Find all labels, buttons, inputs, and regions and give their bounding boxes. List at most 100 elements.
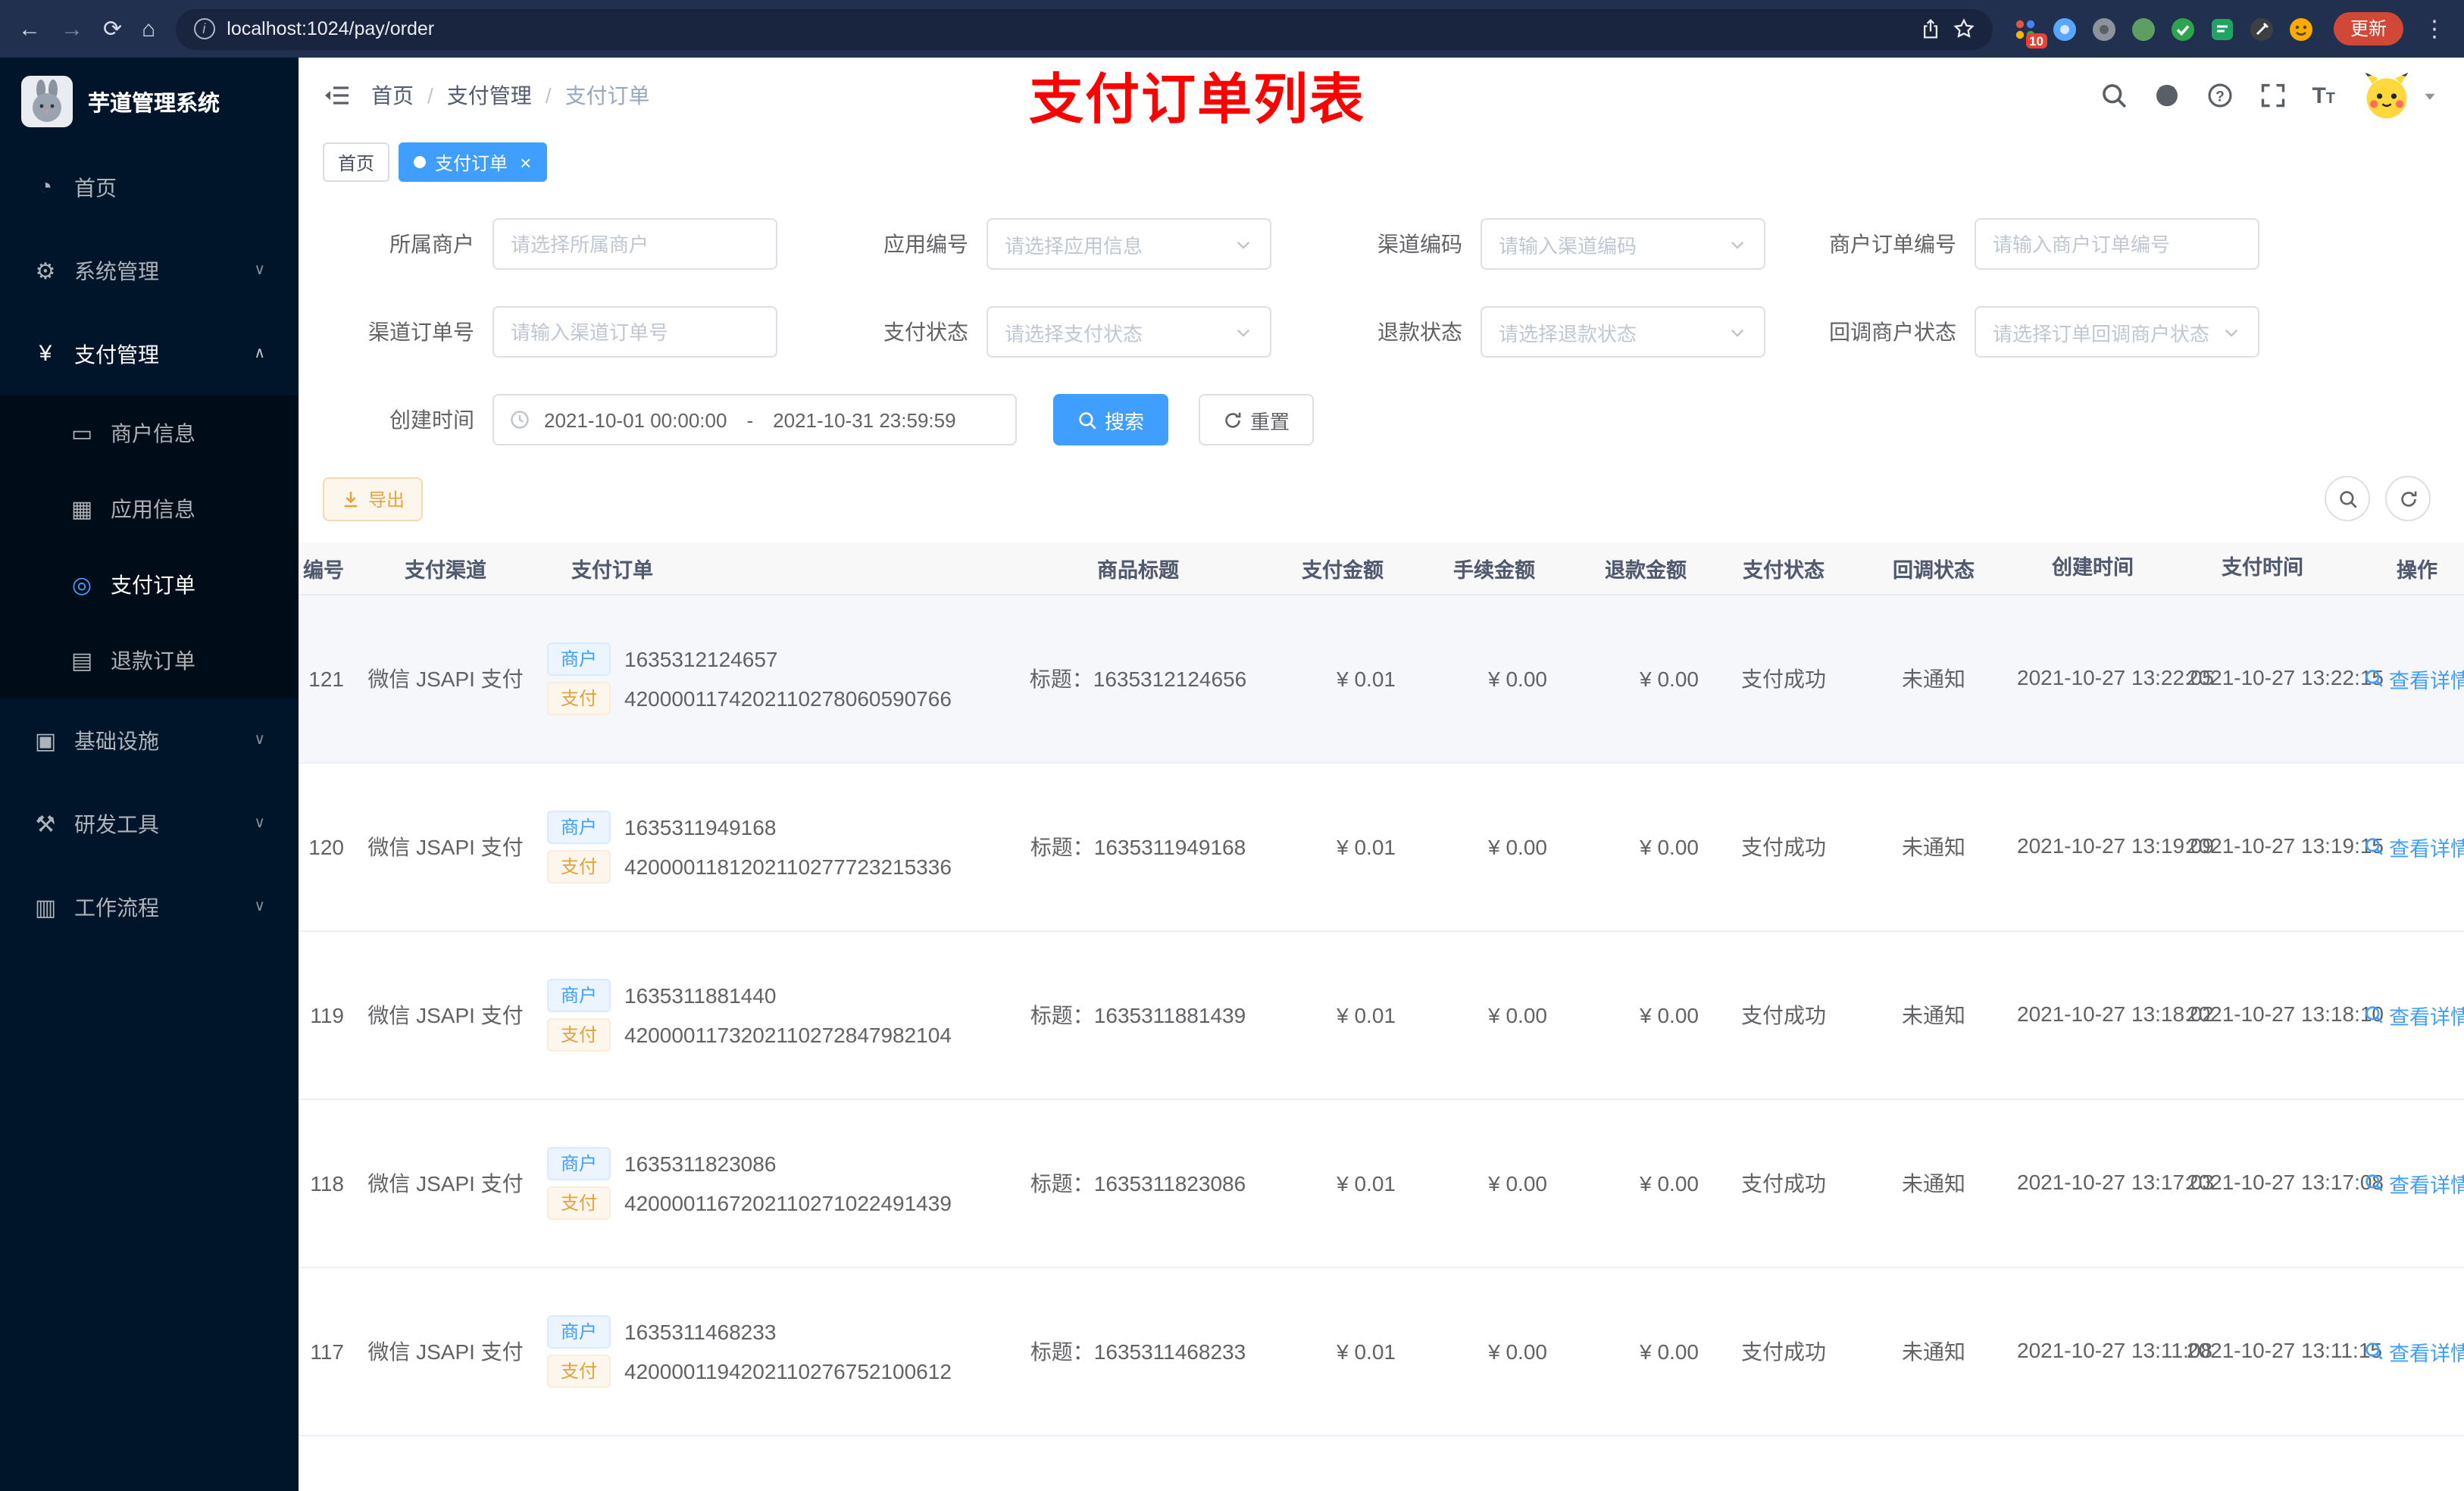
view-detail-link[interactable]: 查看详情 [2363,1336,2464,1366]
help-icon[interactable] [2206,82,2233,109]
sidebar-collapse-icon[interactable] [323,82,350,109]
select-placeholder: 请选择支付状态 [1005,322,1143,345]
filter-input-field[interactable] [511,233,759,255]
filter-input-field[interactable] [511,320,759,343]
filter-select[interactable]: 请选择应用信息 [987,218,1271,270]
sidebar-item[interactable]: ◎ 支付订单 [0,547,299,623]
main-content: 首页/支付管理/支付订单 支付订单列表 TT 首页支付订单× 所属商户应用编号请… [299,58,2464,1491]
cell-pay-order: 商户 1635312124657 支付 42000011742021102780605… [538,594,993,763]
filter-field: 所属商户 [323,218,817,270]
sidebar-item[interactable]: ⚒ 研发工具 ∨ [0,782,299,865]
date-range-picker[interactable]: 2021-10-01 00:00:00 - 2021-10-31 23:59:5… [492,394,1017,445]
filter-select[interactable]: 请输入渠道编码 [1481,218,1765,270]
filter-input[interactable] [492,306,777,358]
cell-channel [353,1435,538,1491]
browser-menu-icon[interactable]: ⋮ [2423,17,2446,40]
pay-order-no: 4200001173202110272847982104 [624,1022,952,1046]
merchant-order-line: 商户 1635311881440 [547,978,983,1011]
reload-icon[interactable]: ⟳ [103,17,122,40]
sidebar-item[interactable]: ▦ 应用信息 [0,471,299,547]
filter-input-field[interactable] [1993,233,2241,255]
filter-select[interactable]: 请选择退款状态 [1481,306,1765,358]
chevron-down-icon [1234,234,1253,254]
tab-close-icon[interactable]: × [520,152,531,172]
cell-notify-status: 未通知 [1859,1267,2008,1436]
sidebar-item[interactable]: ▤ 退款订单 [0,623,299,699]
export-button[interactable]: 导出 [323,477,424,520]
bookmark-star-icon[interactable] [1953,18,1975,39]
pay-order-line: 支付 4200001174202110278060590766 [547,681,983,714]
main-header: 首页 / 支付管理 / 支付订单 支付订单列表 TT [299,58,2464,133]
view-detail-link[interactable]: 查看详情 [2363,1167,2464,1198]
extension-pin-icon[interactable] [2249,16,2275,42]
cell-pay-order: 商户 1635311823086 支付 42000011672021102710224… [538,1099,993,1268]
pay-tag: 支付 [547,1017,611,1051]
share-icon[interactable] [1920,18,1941,39]
extension-chat-icon[interactable] [2209,16,2235,42]
breadcrumb-item[interactable]: 支付管理 [447,80,532,111]
column-header: 支付渠道 [353,542,538,595]
filter-field: 商户订单编号 [1805,218,2299,270]
sidebar-item[interactable]: ◔ 首页 [0,145,299,229]
sidebar-item[interactable]: ▥ 工作流程 ∨ [0,865,299,949]
column-header: 支付订单 [538,542,993,595]
filter-select[interactable]: 请选择订单回调商户状态 [1975,306,2259,358]
font-size-icon[interactable]: TT [2312,83,2335,108]
extension-green-icon[interactable] [2131,16,2156,42]
refresh-table-button[interactable] [2385,476,2431,521]
cell-create-time: 2021-10-27 13:19:09 [2008,762,2214,931]
filter-select[interactable]: 请选择支付状态 [987,306,1271,358]
extension-face-icon[interactable] [2288,16,2314,42]
sidebar-item-label: 工作流程 [74,895,159,919]
cell-refund-amount [1556,1435,1708,1491]
cell-action: 查看详情 [2347,762,2464,931]
tab-item[interactable]: 首页 [323,142,390,182]
home-icon[interactable]: ⌂ [142,17,155,40]
browser-update-button[interactable]: 更新 [2333,12,2403,45]
filter-input[interactable] [492,218,777,270]
site-info-icon[interactable]: i [193,18,215,39]
toggle-search-button[interactable] [2325,476,2370,521]
fullscreen-icon[interactable] [2259,82,2286,109]
table-header-row: 编号 支付渠道 支付订单 商品标题 支付金额 手续金额 退款金额 支付状态 回调状态 创建时间 支付… [299,542,2464,595]
address-bar[interactable]: i localhost:1024/pay/order [175,8,1993,49]
extension-green-check-icon[interactable] [2170,16,2196,42]
view-detail-icon [2363,1005,2383,1024]
user-avatar-menu[interactable] [2361,70,2440,121]
chevron-down-icon: ∨ [254,815,265,832]
date-end: 2021-10-31 23:59:59 [773,408,956,431]
url-text: localhost:1024/pay/order [227,18,435,39]
back-icon[interactable]: ← [18,17,41,40]
view-detail-link[interactable]: 查看详情 [2363,831,2464,861]
cell-pay-time: 2021-10-27 13:17:08 [2178,1099,2384,1268]
logo[interactable]: 芋道管理系统 [0,58,299,145]
breadcrumb-item[interactable]: 支付订单 [565,80,650,111]
dashboard-icon: ◔ [38,174,53,200]
breadcrumb-separator: / [545,83,552,108]
sidebar-item[interactable]: ▣ 基础设施 ∨ [0,699,299,782]
tab-item[interactable]: 支付订单 × [399,142,547,182]
app: 芋道管理系统 ◔ 首页 ⚙ 系统管理 ∨ ¥ 支付管理 ∧ ▭ 商户信息 ▦ 应用信息 ◎ 支付订单 ▤ 退款… [0,58,2464,1491]
search-button[interactable]: 搜索 [1053,394,1169,445]
merchant-order-no: 1635311468233 [624,1319,777,1343]
breadcrumb-item[interactable]: 首页 [371,80,414,111]
filter-field: 支付状态 请选择支付状态 [817,306,1311,358]
extension-gray-icon[interactable] [2091,16,2117,42]
chevron-down-icon: ∨ [254,262,265,279]
column-header: 编号 [299,542,353,595]
sidebar-item[interactable]: ▭ 商户信息 [0,395,299,471]
search-icon[interactable] [2100,82,2127,109]
view-detail-link[interactable]: 查看详情 [2363,999,2464,1030]
select-placeholder: 请选择订单回调商户状态 [1993,322,2210,345]
forward-icon[interactable]: → [61,17,83,40]
reset-button[interactable]: 重置 [1199,394,1315,445]
sidebar-item[interactable]: ¥ 支付管理 ∧ [0,312,299,395]
merchant-tag: 商户 [547,978,611,1011]
cell-pay-time: 2021-10-27 13:18:10 [2178,930,2384,1099]
github-icon[interactable] [2153,82,2180,109]
sidebar-item[interactable]: ⚙ 系统管理 ∨ [0,229,299,312]
filter-input[interactable] [1975,218,2259,270]
view-detail-link[interactable]: 查看详情 [2363,663,2464,693]
extension-blue-icon[interactable] [2052,16,2078,42]
extension-colordots-icon[interactable]: 10 [2012,16,2047,48]
